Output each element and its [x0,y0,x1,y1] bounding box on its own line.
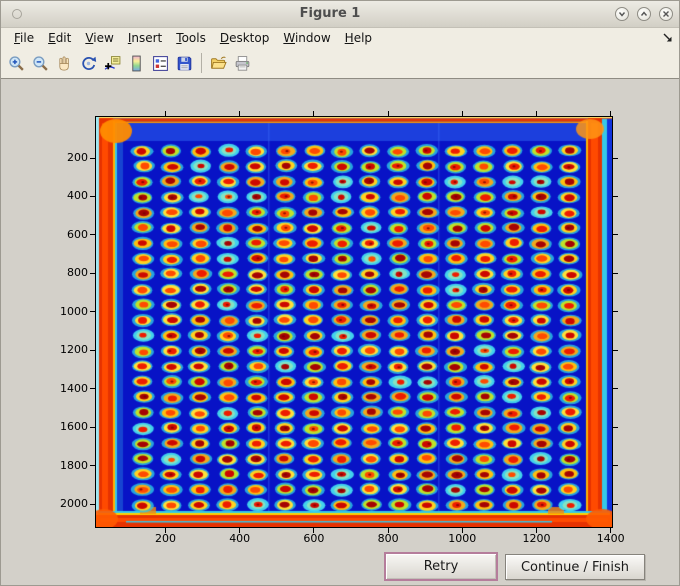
x-tick-label: 1200 [522,532,551,545]
menu-view[interactable]: View [78,29,120,47]
open-folder-icon [211,56,227,69]
y-tick-mark-right [613,272,618,274]
printer-icon [235,55,250,71]
menu-window[interactable]: Window [276,29,337,47]
x-tick-label: 1400 [596,532,625,545]
menu-desktop[interactable]: Desktop [213,29,277,47]
y-tick-label: 200 [67,151,88,164]
window-title: Figure 1 [299,6,361,21]
close-icon [663,11,669,17]
figure-toolbar [1,48,679,79]
y-tick-mark-right [613,157,618,159]
y-tick-mark-right [613,349,618,351]
x-tick-label: 800 [377,532,399,545]
y-tick-mark-right [613,465,618,467]
y-tick-mark [90,311,95,313]
y-tick-mark-right [613,426,618,428]
colorbar-icon [132,55,141,71]
y-tick-mark [90,157,95,159]
menu-bar: File Edit View Insert Tools Desktop Window Help [1,28,679,48]
x-tick-label: 1000 [448,532,477,545]
plate-heatmap-canvas[interactable] [96,117,612,527]
plot-axes [95,116,613,528]
y-tick-mark [90,503,95,505]
y-tick-mark-right [613,234,618,236]
rotate-3d-icon [82,56,97,70]
chevron-up-icon [640,11,648,16]
zoom-in-icon [9,55,24,71]
save-floppy-icon [177,56,192,70]
y-tick-mark [90,349,95,351]
retry-button[interactable]: Retry [384,552,498,581]
y-tick-mark [90,426,95,428]
x-tick-mark-top [536,111,537,116]
y-tick-mark-right [613,195,618,197]
menu-edit[interactable]: Edit [41,29,78,47]
menu-file[interactable]: File [7,29,41,47]
figure-window: Figure 1 File Edit View Insert Tools Desktop W… [0,0,680,586]
x-tick-label: 200 [155,532,176,545]
dock-figure-arrow-icon[interactable] [662,32,673,43]
window-controls [615,7,673,21]
x-tick-mark-top [387,111,389,116]
y-tick-label: 1200 [60,343,88,357]
hand-pan-icon [59,56,69,70]
menu-help[interactable]: Help [338,29,379,47]
x-tick-mark-top [461,111,463,116]
y-tick-mark [90,195,95,197]
shade-window-button[interactable] [615,7,629,21]
save-figure-button[interactable] [173,51,196,75]
figure-canvas-area: Retry Continue / Finish 200 400 600 800 1000… [1,79,679,585]
x-tick-mark-top [313,111,315,116]
y-tick-label: 800 [67,266,88,280]
x-tick-label: 400 [229,532,251,545]
x-tick-mark-top [239,111,241,116]
y-tick-label: 1400 [60,381,88,395]
rotate-3d-button[interactable] [77,51,100,75]
data-cursor-button[interactable] [101,51,124,75]
title-bar[interactable]: Figure 1 [1,1,679,28]
y-tick-label: 1600 [60,420,88,434]
legend-icon [153,55,168,71]
y-tick-label: 1000 [60,304,88,318]
zoom-out-button[interactable] [29,51,52,75]
menu-tools[interactable]: Tools [169,29,213,47]
y-tick-mark [90,272,95,274]
y-tick-mark-right [613,388,618,390]
y-tick-label: 600 [67,227,88,241]
toolbar-separator [201,53,202,73]
window-menu-icon[interactable] [12,9,22,19]
insert-legend-button[interactable] [149,51,172,75]
zoom-in-button[interactable] [5,51,28,75]
chevron-down-icon [618,12,626,17]
maximize-window-button[interactable] [637,7,651,21]
data-cursor-icon [104,55,121,70]
print-figure-button[interactable] [231,51,254,75]
y-tick-mark-right [613,311,618,313]
menu-items: File Edit View Insert Tools Desktop Window Help [7,29,379,47]
x-tick-mark-top [165,111,166,116]
pan-button[interactable] [53,51,76,75]
y-tick-label: 2000 [60,497,88,511]
x-tick-mark-top [610,111,612,116]
y-tick-label: 400 [67,189,88,203]
continue-finish-button[interactable]: Continue / Finish [505,554,645,580]
close-window-button[interactable] [659,7,673,21]
open-file-button[interactable] [207,51,230,75]
y-tick-mark [90,465,95,467]
y-tick-label: 1800 [60,458,88,472]
y-tick-mark [90,234,95,236]
zoom-out-icon [33,55,48,71]
menu-insert[interactable]: Insert [121,29,169,47]
x-tick-label: 600 [303,532,325,545]
y-tick-mark-right [613,503,618,505]
insert-colorbar-button[interactable] [125,51,148,75]
y-tick-mark [90,388,95,390]
